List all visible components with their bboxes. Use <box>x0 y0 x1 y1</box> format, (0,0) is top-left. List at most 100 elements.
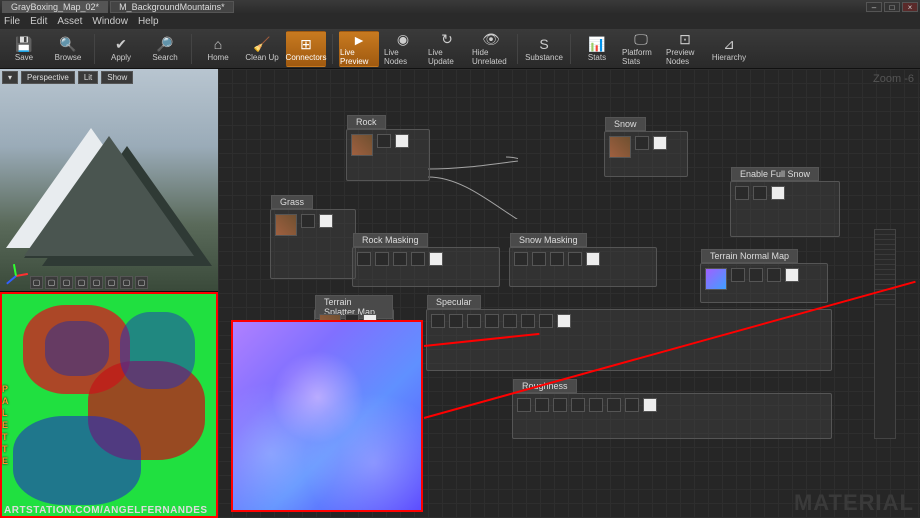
node-slot[interactable] <box>429 252 443 266</box>
node-slot[interactable] <box>357 252 371 266</box>
node-slot[interactable] <box>705 268 727 290</box>
toolbar-substance-button[interactable]: SSubstance <box>524 31 564 67</box>
hierarchy-icon: ⊿ <box>720 35 738 53</box>
save-icon: 💾 <box>15 35 33 53</box>
node-slot[interactable] <box>301 214 315 228</box>
group-grass[interactable]: Grass <box>270 209 356 279</box>
menu-file[interactable]: File <box>4 16 20 27</box>
palette-side-tabs[interactable]: PALETTE <box>2 383 9 467</box>
menu-edit[interactable]: Edit <box>30 16 47 27</box>
node-slot[interactable] <box>550 252 564 266</box>
node-slot[interactable] <box>589 398 603 412</box>
node-slot[interactable] <box>393 252 407 266</box>
node-slot[interactable] <box>375 252 389 266</box>
toolbar-save-button[interactable]: 💾Save <box>4 31 44 67</box>
node-slot[interactable] <box>625 398 639 412</box>
toolbar-search-button[interactable]: 🔎Search <box>145 31 185 67</box>
node-slot[interactable] <box>753 186 767 200</box>
connectors-icon: ⊞ <box>297 35 315 53</box>
live-nodes-icon: ◉ <box>394 31 412 48</box>
node-slot[interactable] <box>571 398 585 412</box>
toolbar-stats-button[interactable]: 📊Stats <box>577 31 617 67</box>
node-slot[interactable] <box>731 268 745 282</box>
node-slot[interactable] <box>351 134 373 156</box>
maximize-button[interactable]: □ <box>884 2 900 12</box>
toolbar-home-button[interactable]: ⌂Home <box>198 31 238 67</box>
toolbar-clean-up-button[interactable]: 🧹Clean Up <box>242 31 282 67</box>
material-output-node[interactable] <box>874 229 896 439</box>
viewport-mini-button[interactable]: ▢ <box>120 276 133 289</box>
menu-help[interactable]: Help <box>138 16 159 27</box>
viewport-mini-button[interactable]: ▢ <box>45 276 58 289</box>
node-slot[interactable] <box>735 186 749 200</box>
node-slot[interactable] <box>785 268 799 282</box>
node-slot[interactable] <box>411 252 425 266</box>
node-slot[interactable] <box>319 214 333 228</box>
stats-icon: 📊 <box>588 35 606 53</box>
toolbar-live-update-button[interactable]: ↻Live Update <box>427 31 467 67</box>
viewport-mini-button[interactable]: ▢ <box>90 276 103 289</box>
toolbar-preview-nodes-button[interactable]: ⊡Preview Nodes <box>665 31 705 67</box>
toolbar-live-nodes-button[interactable]: ◉Live Nodes <box>383 31 423 67</box>
toolbar-live-preview-button[interactable]: ►Live Preview <box>339 31 379 67</box>
viewport-mini-button[interactable]: ▢ <box>105 276 118 289</box>
material-graph[interactable]: Zoom -6 <box>218 69 920 518</box>
node-slot[interactable] <box>395 134 409 148</box>
node-slot[interactable] <box>431 314 445 328</box>
group-rock-masking[interactable]: Rock Masking <box>352 247 500 287</box>
menu-bar: File Edit Asset Window Help <box>0 14 920 29</box>
viewport-mini-button[interactable]: ▢ <box>60 276 73 289</box>
viewport-perspective-button[interactable]: Perspective <box>21 71 75 84</box>
preview-viewport[interactable]: ▾ Perspective Lit Show ▢ ▢ ▢ ▢ ▢ ▢ ▢ ▢ <box>0 69 218 292</box>
node-slot[interactable] <box>568 252 582 266</box>
viewport-mini-button[interactable]: ▢ <box>135 276 148 289</box>
viewport-mini-button[interactable]: ▢ <box>30 276 43 289</box>
node-slot[interactable] <box>635 136 649 150</box>
toolbar-connectors-button[interactable]: ⊞Connectors <box>286 31 326 67</box>
node-slot[interactable] <box>517 398 531 412</box>
group-enable-full-snow[interactable]: Enable Full Snow <box>730 181 840 237</box>
window-tab-2[interactable]: M_BackgroundMountains* <box>110 1 234 13</box>
toolbar-browse-button[interactable]: 🔍Browse <box>48 31 88 67</box>
node-slot[interactable] <box>521 314 535 328</box>
node-slot[interactable] <box>749 268 763 282</box>
node-slot[interactable] <box>771 186 785 200</box>
menu-window[interactable]: Window <box>92 16 128 27</box>
viewport-mini-button[interactable]: ▢ <box>75 276 88 289</box>
node-slot[interactable] <box>653 136 667 150</box>
node-slot[interactable] <box>449 314 463 328</box>
node-slot[interactable] <box>535 398 549 412</box>
menu-asset[interactable]: Asset <box>57 16 82 27</box>
toolbar-hide-unrelated-button[interactable]: 👁Hide Unrelated <box>471 31 511 67</box>
toolbar-apply-button[interactable]: ✔Apply <box>101 31 141 67</box>
viewport-lit-button[interactable]: Lit <box>78 71 98 84</box>
toolbar-hierarchy-button[interactable]: ⊿Hierarchy <box>709 31 749 67</box>
toolbar-platform-stats-button[interactable]: 🖵Platform Stats <box>621 31 661 67</box>
viewport-show-button[interactable]: Show <box>101 71 133 84</box>
window-tab-1[interactable]: GrayBoxing_Map_02* <box>2 1 108 13</box>
node-slot[interactable] <box>532 252 546 266</box>
node-slot[interactable] <box>643 398 657 412</box>
group-caption: Terrain Normal Map <box>701 249 798 263</box>
node-slot[interactable] <box>557 314 571 328</box>
node-slot[interactable] <box>514 252 528 266</box>
node-slot[interactable] <box>275 214 297 236</box>
node-slot[interactable] <box>485 314 499 328</box>
node-slot[interactable] <box>377 134 391 148</box>
group-roughness[interactable]: Roughness <box>512 393 832 439</box>
node-slot[interactable] <box>609 136 631 158</box>
node-slot[interactable] <box>586 252 600 266</box>
group-snow[interactable]: Snow <box>604 131 688 177</box>
node-slot[interactable] <box>553 398 567 412</box>
group-rock[interactable]: Rock <box>346 129 430 181</box>
group-snow-masking[interactable]: Snow Masking <box>509 247 657 287</box>
minimize-button[interactable]: – <box>866 2 882 12</box>
node-slot[interactable] <box>467 314 481 328</box>
viewport-menu-button[interactable]: ▾ <box>2 71 18 84</box>
group-terrain-normal-map[interactable]: Terrain Normal Map <box>700 263 828 303</box>
node-slot[interactable] <box>767 268 781 282</box>
close-button[interactable]: × <box>902 2 918 12</box>
node-slot[interactable] <box>539 314 553 328</box>
node-slot[interactable] <box>607 398 621 412</box>
node-slot[interactable] <box>503 314 517 328</box>
